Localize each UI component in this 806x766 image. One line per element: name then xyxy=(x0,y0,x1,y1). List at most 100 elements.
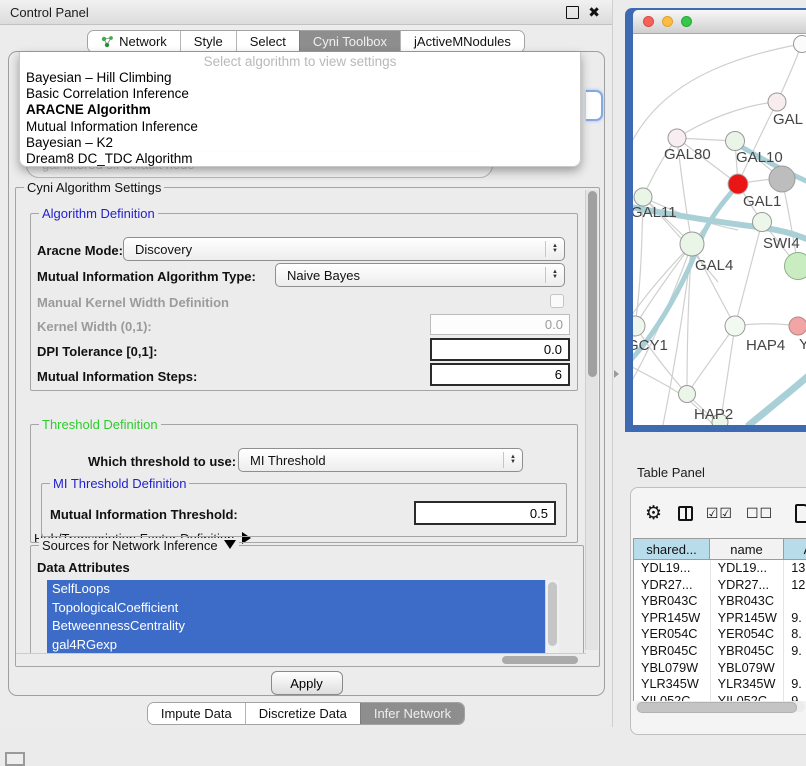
mi-threshold-field[interactable]: 0.5 xyxy=(414,501,556,525)
node-hap2[interactable] xyxy=(679,386,696,403)
table-row[interactable]: YDL19...YDL19...13 xyxy=(634,560,806,577)
node-hap4[interactable] xyxy=(725,316,745,336)
aracne-mode-value: Discovery xyxy=(135,242,545,257)
node[interactable] xyxy=(794,36,806,53)
column-header-shared[interactable]: shared... xyxy=(633,538,710,560)
data-attributes-list: SelfLoops TopologicalCoefficient Between… xyxy=(47,580,559,654)
node-label: GAL4 xyxy=(695,257,733,274)
splitter-handle-icon[interactable] xyxy=(614,370,619,378)
tab-cyni-toolbox[interactable]: Cyni Toolbox xyxy=(299,31,400,52)
table-toolbar: ⚙ ☑☑ ☐☐ xyxy=(631,498,806,528)
mi-steps-value: 6 xyxy=(555,367,562,382)
close-traffic-light[interactable] xyxy=(643,16,654,27)
minimize-traffic-light[interactable] xyxy=(662,16,673,27)
table-row[interactable]: YPR145WYPR145W9. xyxy=(634,610,806,627)
tab-impute-data[interactable]: Impute Data xyxy=(148,703,245,724)
kernel-width-label: Kernel Width (0,1): xyxy=(37,319,152,334)
which-threshold-label: Which threshold to use: xyxy=(88,454,236,469)
dropdown-item[interactable]: Mutual Information Inference xyxy=(20,119,580,135)
table-row[interactable]: YDR27...YDR27...12 xyxy=(634,577,806,594)
mi-threshold-label: Mutual Information Threshold: xyxy=(50,507,238,522)
algorithm-dropdown-list: Select algorithm to view settings Bayesi… xyxy=(19,52,581,167)
table-row[interactable]: YBR043CYBR043C xyxy=(634,593,806,610)
network-window-titlebar[interactable] xyxy=(633,10,806,34)
columns-icon[interactable] xyxy=(678,506,693,521)
deselect-all-checkboxes-icon[interactable]: ☐☐ xyxy=(746,505,773,522)
sources-group-title[interactable]: Sources for Network Inference xyxy=(39,538,239,553)
stepper-arrows-icon: ▲▼ xyxy=(545,241,564,256)
collapse-down-icon xyxy=(224,540,236,549)
dpi-tolerance-value: 0.0 xyxy=(544,342,562,357)
select-all-checkboxes-icon[interactable]: ☑☑ xyxy=(706,505,733,522)
table-row[interactable]: YIL052CYIL052C9 xyxy=(634,693,806,701)
node[interactable] xyxy=(785,253,806,280)
node-gal10[interactable] xyxy=(726,132,745,151)
dpi-tolerance-label: DPI Tolerance [0,1]: xyxy=(37,344,157,359)
tab-network[interactable]: Network xyxy=(88,31,180,52)
table-body: YDL19...YDL19...13 YDR27...YDR27...12 YB… xyxy=(633,560,806,701)
table-hscrollbar-thumb[interactable] xyxy=(637,702,797,713)
dropdown-item-aracne[interactable]: ARACNE Algorithm xyxy=(20,102,580,118)
dropdown-item[interactable]: Bayesian – K2 xyxy=(20,135,580,151)
manual-kernel-checkbox[interactable] xyxy=(550,294,564,308)
settings-horizontal-scrollbar[interactable] xyxy=(16,653,586,666)
attribute-item-selected[interactable]: TopologicalCoefficient xyxy=(47,599,546,618)
algorithm-combobox-edge[interactable] xyxy=(586,90,603,121)
table-row[interactable]: YLR345WYLR345W9. xyxy=(634,676,806,693)
tab-infer-network[interactable]: Infer Network xyxy=(360,703,464,724)
float-window-icon[interactable] xyxy=(566,6,579,19)
attribute-item-selected[interactable]: gal4RGexp xyxy=(47,636,546,655)
kernel-width-value: 0.0 xyxy=(545,317,563,332)
gear-icon[interactable]: ⚙ xyxy=(645,502,662,525)
table-row[interactable]: YBL079WYBL079W xyxy=(634,660,806,677)
node[interactable] xyxy=(768,93,786,111)
dpi-tolerance-field[interactable]: 0.0 xyxy=(430,338,570,361)
zoom-traffic-light[interactable] xyxy=(681,16,692,27)
dropdown-item[interactable]: Basic Correlation Inference xyxy=(20,86,580,102)
node-swi4[interactable] xyxy=(753,213,772,232)
column-header-name[interactable]: name xyxy=(710,538,784,560)
manual-kernel-label: Manual Kernel Width Definition xyxy=(37,295,229,310)
mi-steps-field[interactable]: 6 xyxy=(430,363,570,386)
which-threshold-combobox[interactable]: MI Threshold ▲▼ xyxy=(238,448,523,472)
node-gal4[interactable] xyxy=(680,232,704,256)
node-gal1[interactable] xyxy=(728,174,748,194)
table-row[interactable]: YBR045CYBR045C9. xyxy=(634,643,806,660)
tab-select[interactable]: Select xyxy=(236,31,299,52)
attribute-item-selected[interactable]: BetweennessCentrality xyxy=(47,617,546,636)
attribute-item-selected[interactable]: SelfLoops xyxy=(47,580,546,599)
tab-style[interactable]: Style xyxy=(180,31,236,52)
mi-threshold-group-title: MI Threshold Definition xyxy=(50,476,189,491)
node[interactable] xyxy=(769,166,795,192)
network-view-window: GAL GAL80 GAL10 GAL1 GAL11 SWI4 GAL4 GCY… xyxy=(625,8,806,432)
tab-jactivemnodules[interactable]: jActiveMNodules xyxy=(400,31,524,52)
mi-type-value: Naive Bayes xyxy=(287,268,545,283)
dropdown-item[interactable]: Bayesian – Hill Climbing xyxy=(20,70,580,86)
dropdown-item[interactable]: Dream8 DC_TDC Algorithm xyxy=(20,151,580,167)
table-horizontal-scrollbar[interactable] xyxy=(635,701,805,712)
tab-discretize-data[interactable]: Discretize Data xyxy=(245,703,360,724)
column-header-partial[interactable]: A xyxy=(784,538,806,560)
node-gal80[interactable] xyxy=(668,129,686,147)
table-row[interactable]: YER054CYER054C8. xyxy=(634,626,806,643)
settings-vertical-scrollbar[interactable] xyxy=(585,190,598,650)
settings-hscrollbar-thumb[interactable] xyxy=(502,656,578,664)
node-gcy1[interactable] xyxy=(633,316,645,336)
node-label: GAL10 xyxy=(736,149,783,166)
network-icon xyxy=(101,36,114,48)
settings-scrollbar-thumb[interactable] xyxy=(588,191,597,377)
close-icon[interactable]: ✖ xyxy=(588,7,600,18)
table-panel: ⚙ ☑☑ ☐☐ shared... name A YDL19...YDL19..… xyxy=(630,487,806,735)
apply-button[interactable]: Apply xyxy=(271,671,343,695)
mi-type-label: Mutual Information Algorithm Type: xyxy=(37,269,256,284)
mi-steps-label: Mutual Information Steps: xyxy=(37,369,197,384)
mi-type-combobox[interactable]: Naive Bayes ▲▼ xyxy=(275,263,565,287)
tab-network-label: Network xyxy=(119,34,167,49)
document-icon[interactable] xyxy=(795,504,806,523)
minimized-panel-icon[interactable] xyxy=(5,752,25,766)
aracne-mode-combobox[interactable]: Discovery ▲▼ xyxy=(123,237,565,261)
node[interactable] xyxy=(789,317,806,335)
attribute-list-scrollbar[interactable] xyxy=(545,580,559,654)
kernel-width-field[interactable]: 0.0 xyxy=(430,314,570,335)
network-canvas[interactable]: GAL GAL80 GAL10 GAL1 GAL11 SWI4 GAL4 GCY… xyxy=(633,34,806,425)
